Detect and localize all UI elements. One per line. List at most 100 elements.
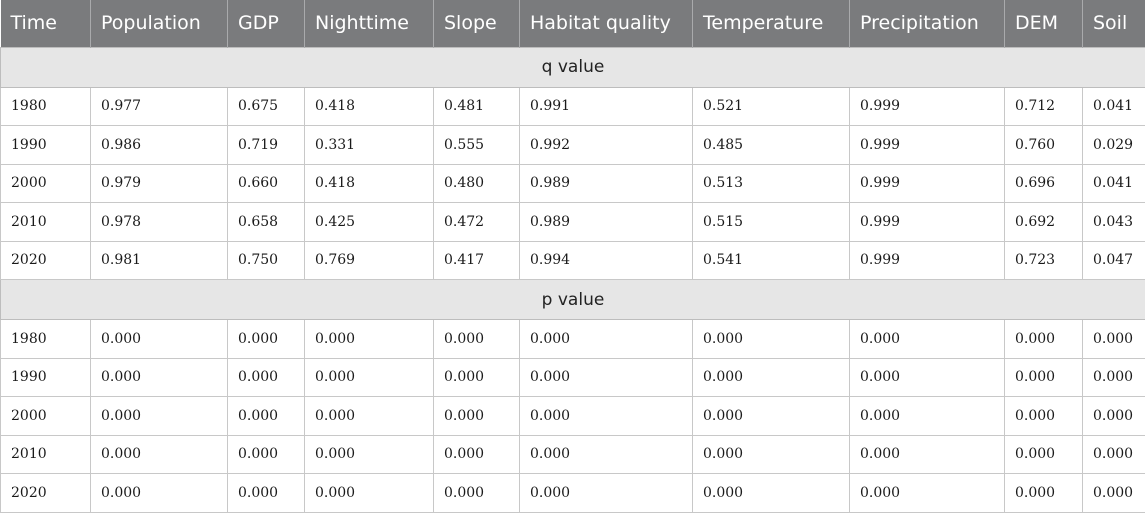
column-header-temperature: Temperature	[692, 0, 850, 47]
table-cell: 0.555	[433, 125, 520, 165]
table-cell: 0.999	[849, 163, 1005, 203]
row-year-cell: 1980	[0, 86, 91, 126]
table-cell: 0.000	[304, 473, 434, 513]
table-row: 1980 0.977 0.675 0.418 0.481 0.991 0.521 0.999 0…	[0, 86, 1145, 126]
table-cell: 0.994	[519, 240, 693, 280]
table-cell: 0.989	[519, 163, 693, 203]
table-cell: 0.418	[304, 86, 434, 126]
column-header-gdp: GDP	[227, 0, 305, 47]
table-cell: 0.481	[433, 86, 520, 126]
table-cell: 0.000	[519, 357, 693, 397]
header-row: Time Population GDP Nighttime Slope Habitat q…	[0, 0, 1145, 47]
table-cell: 0.417	[433, 240, 520, 280]
table-cell: 0.658	[227, 202, 305, 242]
table-cell: 0.000	[849, 357, 1005, 397]
row-year-cell: 2020	[0, 473, 91, 513]
table-cell: 0.041	[1082, 163, 1145, 203]
column-header-habitat-quality: Habitat quality	[519, 0, 693, 47]
table-cell: 0.675	[227, 86, 305, 126]
table-cell: 0.692	[1004, 202, 1083, 242]
table-cell: 0.043	[1082, 202, 1145, 242]
table-cell: 0.000	[304, 434, 434, 474]
table-cell: 0.000	[433, 357, 520, 397]
table-cell: 0.000	[1082, 319, 1145, 359]
table-cell: 0.750	[227, 240, 305, 280]
section-row: q value	[0, 46, 1145, 88]
table-cell: 0.000	[1082, 396, 1145, 436]
table-cell: 0.000	[1004, 434, 1083, 474]
table-cell: 0.000	[227, 473, 305, 513]
table-cell: 0.719	[227, 125, 305, 165]
table-cell: 0.000	[1082, 357, 1145, 397]
table-cell: 0.769	[304, 240, 434, 280]
table-cell: 0.000	[692, 357, 850, 397]
section-row: p value	[0, 279, 1145, 320]
section-label: q value	[0, 46, 1145, 88]
table-cell: 0.000	[692, 319, 850, 359]
table-cell: 0.000	[692, 396, 850, 436]
table-cell: 0.000	[90, 396, 228, 436]
table-row: 1980 0.000 0.000 0.000 0.000 0.000 0.000 0.000 0…	[0, 319, 1145, 359]
table-cell: 0.986	[90, 125, 228, 165]
table-cell: 0.000	[90, 357, 228, 397]
table-cell: 0.041	[1082, 86, 1145, 126]
table-cell: 0.000	[304, 357, 434, 397]
table-cell: 0.000	[433, 473, 520, 513]
table-cell: 0.418	[304, 163, 434, 203]
table-cell: 0.999	[849, 202, 1005, 242]
table-cell: 0.000	[304, 396, 434, 436]
table-cell: 0.000	[227, 396, 305, 436]
table-cell: 0.999	[849, 125, 1005, 165]
table-cell: 0.331	[304, 125, 434, 165]
column-header-population: Population	[90, 0, 228, 47]
table-cell: 0.000	[227, 319, 305, 359]
table-row: 1990 0.986 0.719 0.331 0.555 0.992 0.485 0.999 0…	[0, 125, 1145, 165]
table-cell: 0.999	[849, 86, 1005, 126]
table-cell: 0.425	[304, 202, 434, 242]
table-cell: 0.000	[519, 396, 693, 436]
table-cell: 0.000	[227, 434, 305, 474]
table-cell: 0.000	[90, 473, 228, 513]
table-cell: 0.485	[692, 125, 850, 165]
table-cell: 0.000	[519, 319, 693, 359]
table-cell: 0.521	[692, 86, 850, 126]
table-cell: 0.000	[849, 434, 1005, 474]
table-cell: 0.000	[849, 396, 1005, 436]
table-row: 2010 0.000 0.000 0.000 0.000 0.000 0.000 0.000 0…	[0, 434, 1145, 474]
table-cell: 0.000	[1082, 434, 1145, 474]
table-cell: 0.000	[1004, 473, 1083, 513]
table-cell: 0.760	[1004, 125, 1083, 165]
row-year-cell: 2010	[0, 434, 91, 474]
row-year-cell: 1990	[0, 125, 91, 165]
table-row: 2000 0.000 0.000 0.000 0.000 0.000 0.000 0.000 0…	[0, 396, 1145, 436]
table-cell: 0.515	[692, 202, 850, 242]
table-cell: 0.000	[90, 434, 228, 474]
table-cell: 0.696	[1004, 163, 1083, 203]
column-header-precipitation: Precipitation	[849, 0, 1005, 47]
table-cell: 0.000	[90, 319, 228, 359]
column-header-slope: Slope	[433, 0, 520, 47]
table-cell: 0.480	[433, 163, 520, 203]
table-cell: 0.723	[1004, 240, 1083, 280]
table-cell: 0.660	[227, 163, 305, 203]
table-cell: 0.000	[304, 319, 434, 359]
table-cell: 0.979	[90, 163, 228, 203]
table-cell: 0.029	[1082, 125, 1145, 165]
table-row: 2010 0.978 0.658 0.425 0.472 0.989 0.515 0.999 0…	[0, 202, 1145, 242]
row-year-cell: 1980	[0, 319, 91, 359]
table-cell: 0.513	[692, 163, 850, 203]
table-cell: 0.000	[433, 319, 520, 359]
table-row: 1990 0.000 0.000 0.000 0.000 0.000 0.000 0.000 0…	[0, 357, 1145, 397]
table-cell: 0.541	[692, 240, 850, 280]
table-row: 2020 0.981 0.750 0.769 0.417 0.994 0.541 0.999 0…	[0, 240, 1145, 280]
table-cell: 0.999	[849, 240, 1005, 280]
results-table: Time Population GDP Nighttime Slope Habitat q…	[0, 0, 1145, 513]
table-cell: 0.000	[519, 434, 693, 474]
row-year-cell: 2000	[0, 396, 91, 436]
table-row: 2020 0.000 0.000 0.000 0.000 0.000 0.000 0.000 0…	[0, 473, 1145, 513]
table-cell: 0.992	[519, 125, 693, 165]
table-body: q value 1980 0.977 0.675 0.418 0.481 0.991 0.52…	[0, 46, 1145, 513]
row-year-cell: 2010	[0, 202, 91, 242]
row-year-cell: 2000	[0, 163, 91, 203]
row-year-cell: 2020	[0, 240, 91, 280]
